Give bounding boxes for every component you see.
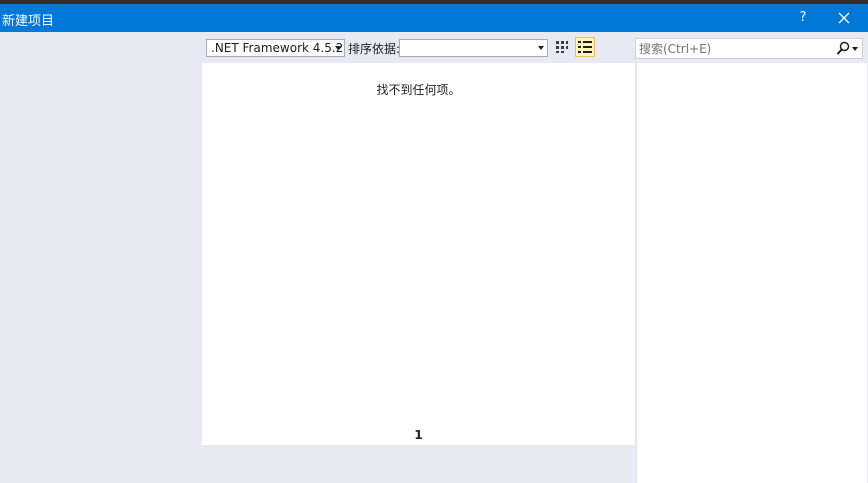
chevron-down-icon <box>538 46 544 50</box>
sort-dropdown[interactable] <box>399 39 548 57</box>
chevron-down-icon <box>335 46 341 50</box>
list-view-button[interactable] <box>575 37 595 57</box>
search-options-dropdown[interactable] <box>852 47 858 51</box>
template-toolbar: .NET Framework 4.5.2 排序依据: <box>202 32 635 63</box>
search-icon <box>836 41 850 55</box>
template-category-pane <box>0 32 202 483</box>
sort-label: 排序依据: <box>348 42 401 56</box>
details-pane <box>635 32 868 483</box>
close-button[interactable] <box>832 6 856 30</box>
framework-dropdown[interactable]: .NET Framework 4.5.2 <box>206 39 345 57</box>
title-bar: 新建项目 ? <box>0 4 868 32</box>
help-button[interactable]: ? <box>796 8 810 28</box>
list-footer-area <box>202 445 635 483</box>
search-input[interactable] <box>639 41 829 56</box>
list-view-icon <box>578 41 592 53</box>
close-icon <box>838 12 850 24</box>
details-panel <box>636 63 867 483</box>
page-number[interactable]: 1 <box>202 428 635 442</box>
framework-value: .NET Framework 4.5.2 <box>211 41 344 55</box>
search-button[interactable] <box>836 41 850 56</box>
grid-view-button[interactable] <box>552 37 572 57</box>
template-list: 找不到任何项。 1 <box>202 63 635 445</box>
empty-message: 找不到任何项。 <box>376 83 461 97</box>
dialog-title: 新建项目 <box>2 14 55 29</box>
search-box <box>635 38 863 59</box>
grid-view-icon <box>556 41 568 53</box>
